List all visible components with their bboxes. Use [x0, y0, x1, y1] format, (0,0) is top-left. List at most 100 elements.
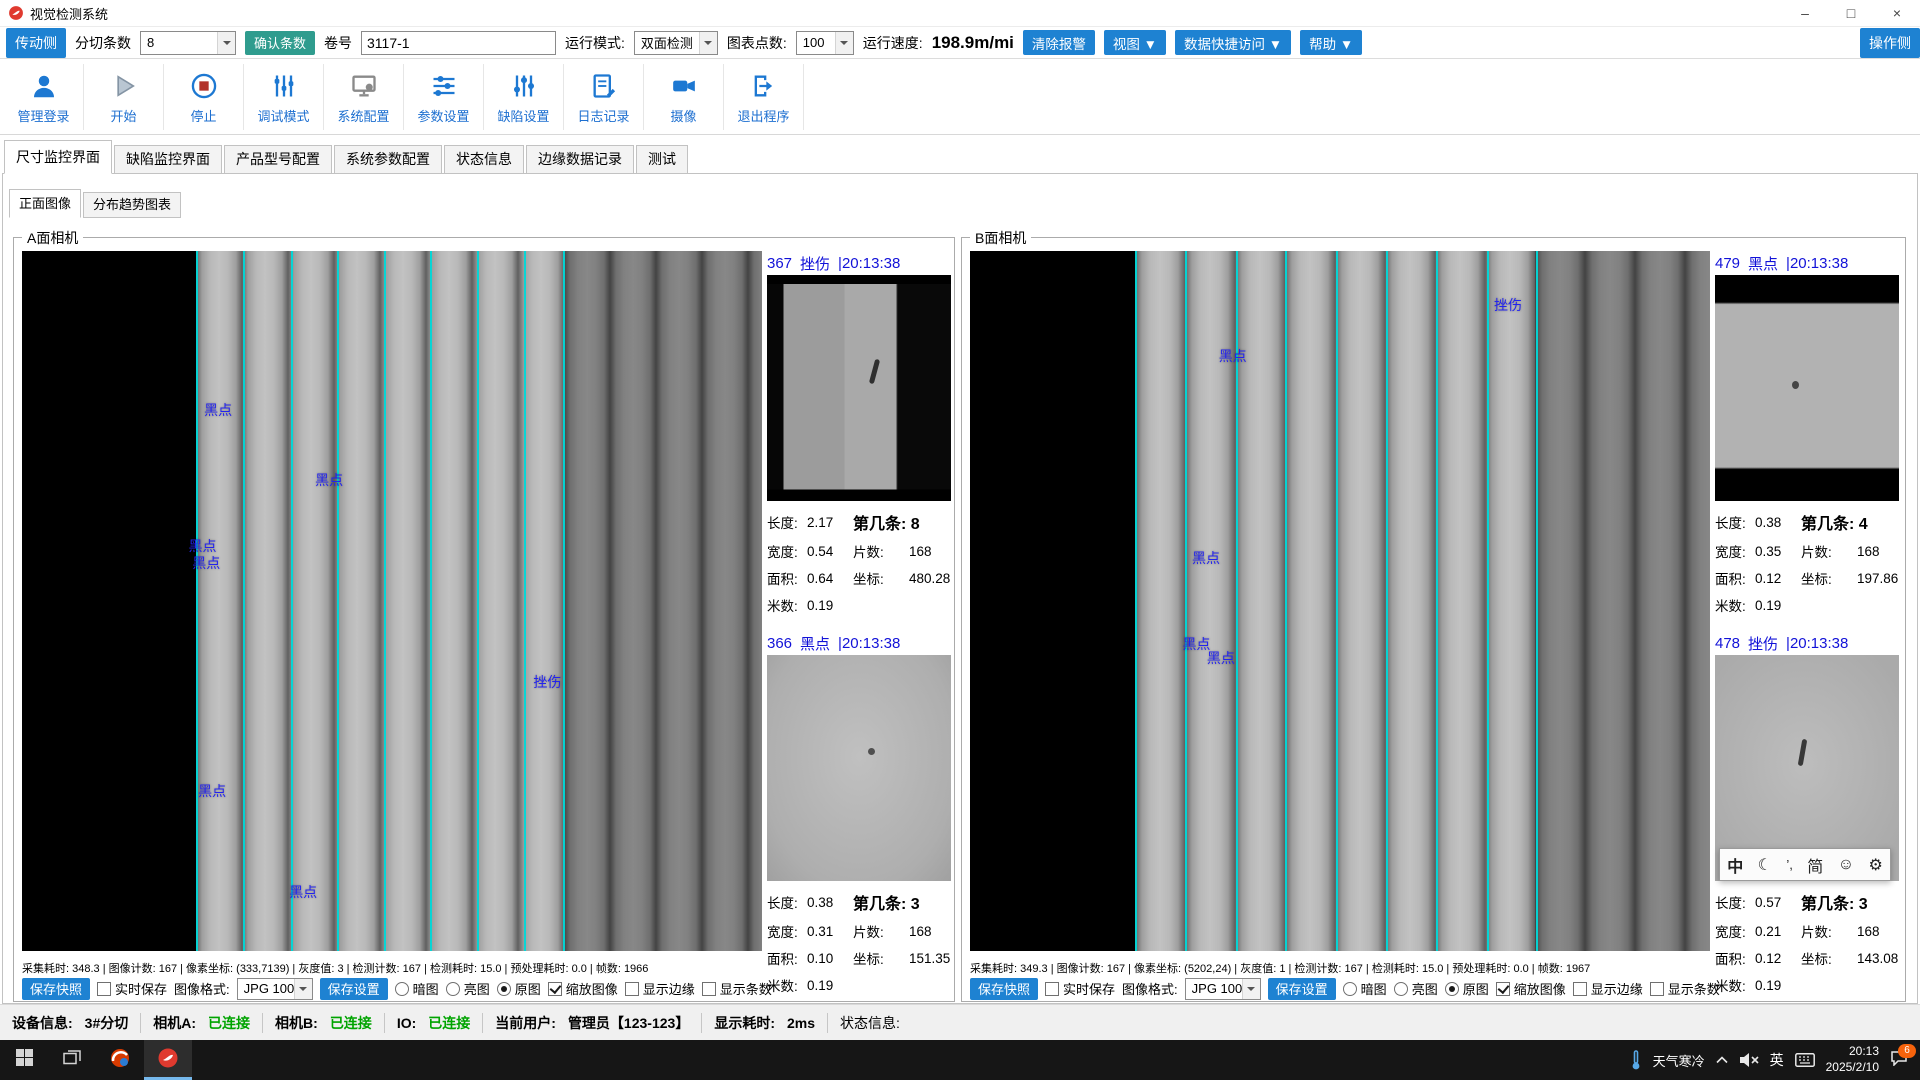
save-snapshot-button[interactable]: 保存快照	[970, 978, 1038, 1000]
save-snapshot-button[interactable]: 保存快照	[22, 978, 90, 1000]
operation-side-button[interactable]: 操作侧	[1860, 28, 1920, 58]
current-user-label: 当前用户:	[495, 1013, 556, 1033]
ime-language-indicator[interactable]: 英	[1770, 1050, 1784, 1070]
defect-thumbnail[interactable]	[1715, 275, 1899, 501]
checkb ox-icon	[1650, 982, 1664, 996]
start-button[interactable]	[0, 1040, 48, 1080]
ribbon-button-7[interactable]: 缺陷设置	[484, 64, 564, 130]
camera-a-image[interactable]: 黑点黑点黑点黑点挫伤黑点黑点	[22, 251, 762, 951]
ribbon-button-8[interactable]: 日志记录	[564, 64, 644, 130]
show-edge-checkbox[interactable]: 显示边缘	[1573, 979, 1643, 998]
clear-alarm-button[interactable]: 清除报警	[1023, 30, 1095, 55]
slit-count-select[interactable]: 8	[140, 31, 236, 55]
main-tab-3[interactable]: 产品型号配置	[224, 145, 332, 174]
ime-settings-gear-icon[interactable]: ⚙	[1868, 855, 1882, 875]
confirm-count-button[interactable]: 确认条数	[245, 31, 315, 55]
coord-label: 坐标:	[1801, 568, 1857, 588]
main-tab-7[interactable]: 测试	[636, 145, 688, 174]
task-view-button[interactable]	[48, 1040, 96, 1080]
bright-image-radio[interactable]: 亮图	[1394, 979, 1438, 998]
minimize-button[interactable]: –	[1782, 0, 1828, 26]
separator	[701, 1013, 702, 1033]
dark-image-radio[interactable]: 暗图	[395, 979, 439, 998]
volume-muted-icon[interactable]	[1739, 1052, 1759, 1068]
main-tab-2[interactable]: 缺陷监控界面	[114, 145, 222, 174]
zoom-image-checkbox[interactable]: 缩放图像	[1496, 979, 1566, 998]
dark-image-radio[interactable]: 暗图	[1343, 979, 1387, 998]
ime-moon-icon[interactable]: ☾	[1758, 855, 1772, 875]
defect-card-header[interactable]: 479黑点|20:13:38	[1715, 251, 1899, 275]
image-format-select[interactable]: JPG 100	[1185, 978, 1261, 1000]
weather-text[interactable]: 天气寒冷	[1653, 1051, 1705, 1070]
width-value: 0.35	[1755, 544, 1801, 559]
realtime-save-checkbox[interactable]: 实时保存	[1045, 979, 1115, 998]
chart-points-select[interactable]: 100	[796, 31, 854, 55]
defect-thumbnail[interactable]	[767, 275, 951, 501]
original-image-radio[interactable]: 原图	[1445, 979, 1489, 998]
show-count-checkbox[interactable]: 显示条数	[702, 979, 772, 998]
width-label: 宽度:	[1715, 541, 1755, 561]
transmission-side-button[interactable]: 传动侧	[6, 28, 66, 58]
sub-tab-2[interactable]: 分布趋势图表	[83, 192, 181, 218]
ribbon-button-4[interactable]: 调试模式	[244, 64, 324, 130]
taskbar-app-1[interactable]	[96, 1040, 144, 1080]
ribbon-button-1[interactable]: 管理登录	[4, 64, 84, 130]
ribbon-button-5[interactable]: 系统配置	[324, 64, 404, 130]
dark-image-label: 暗图	[1361, 979, 1387, 998]
defect-card-header[interactable]: 367挫伤|20:13:38	[767, 251, 951, 275]
separator	[384, 1013, 385, 1033]
taskbar-clock[interactable]: 20:13 2025/2/10	[1826, 1044, 1879, 1075]
main-tab-1[interactable]: 尺寸监控界面	[4, 140, 112, 174]
coord-label: 坐标:	[1801, 948, 1857, 968]
realtime-save-checkbox[interactable]: 实时保存	[97, 979, 167, 998]
ribbon-button-9[interactable]: 摄像	[644, 64, 724, 130]
ime-emoji-icon[interactable]: ☺	[1838, 856, 1854, 874]
ime-punctuation-icon[interactable]: ’,	[1786, 857, 1793, 872]
original-image-radio[interactable]: 原图	[497, 979, 541, 998]
ribbon-button-2[interactable]: 开始	[84, 64, 164, 130]
save-settings-button[interactable]: 保存设置	[320, 978, 388, 1000]
ime-simplified-icon[interactable]: 简	[1807, 853, 1823, 877]
main-tab-4[interactable]: 系统参数配置	[334, 145, 442, 174]
defect-card-header[interactable]: 366黑点|20:13:38	[767, 631, 951, 655]
save-settings-button[interactable]: 保存设置	[1268, 978, 1336, 1000]
separator	[827, 1013, 828, 1033]
main-tab-5[interactable]: 状态信息	[444, 145, 524, 174]
ribbon-button-6[interactable]: 参数设置	[404, 64, 484, 130]
meters-label: 米数:	[767, 595, 807, 615]
radio-icon	[1343, 982, 1357, 996]
sub-tab-1[interactable]: 正面图像	[9, 189, 81, 218]
bright-image-radio[interactable]: 亮图	[446, 979, 490, 998]
roll-number-input[interactable]	[361, 31, 556, 55]
camera-b-status-value: 已连接	[330, 1013, 372, 1033]
ime-mode-chinese[interactable]: 中	[1727, 853, 1743, 877]
show-edge-checkbox[interactable]: 显示边缘	[625, 979, 695, 998]
taskbar-app-vision-system[interactable]	[144, 1040, 192, 1080]
length-value: 0.38	[1755, 515, 1801, 530]
pieces-value: 168	[909, 544, 951, 559]
defect-card-header[interactable]: 478挫伤|20:13:38	[1715, 631, 1899, 655]
action-center-button[interactable]: 6	[1890, 1050, 1908, 1071]
ribbon-button-3[interactable]: 停止	[164, 64, 244, 130]
view-menu-button[interactable]: 视图 ▼	[1104, 30, 1166, 55]
run-mode-select[interactable]: 双面检测	[634, 31, 718, 55]
show-count-checkbox[interactable]: 显示条数	[1650, 979, 1720, 998]
camera-a-status-label: 相机A:	[153, 1013, 196, 1033]
chart-points-label: 图表点数:	[727, 33, 787, 53]
strip-boundary-line	[243, 251, 245, 951]
radio-icon	[446, 982, 460, 996]
help-menu-button[interactable]: 帮助 ▼	[1300, 30, 1362, 55]
maximize-button[interactable]: □	[1828, 0, 1874, 26]
defect-thumbnail[interactable]	[767, 655, 951, 881]
touch-keyboard-icon[interactable]	[1795, 1053, 1815, 1067]
zoom-image-checkbox[interactable]: 缩放图像	[548, 979, 618, 998]
ribbon-button-10[interactable]: 退出程序	[724, 64, 804, 130]
main-tab-6[interactable]: 边缘数据记录	[526, 145, 634, 174]
hidden-icons-chevron[interactable]	[1716, 1056, 1728, 1064]
data-access-menu-button[interactable]: 数据快捷访问 ▼	[1175, 30, 1291, 55]
user-icon	[29, 68, 59, 104]
realtime-save-label: 实时保存	[1063, 979, 1115, 998]
close-button[interactable]: ×	[1874, 0, 1920, 26]
camera-b-image[interactable]: 挫伤黑点黑点黑点黑点	[970, 251, 1710, 951]
image-format-select[interactable]: JPG 100	[237, 978, 313, 1000]
